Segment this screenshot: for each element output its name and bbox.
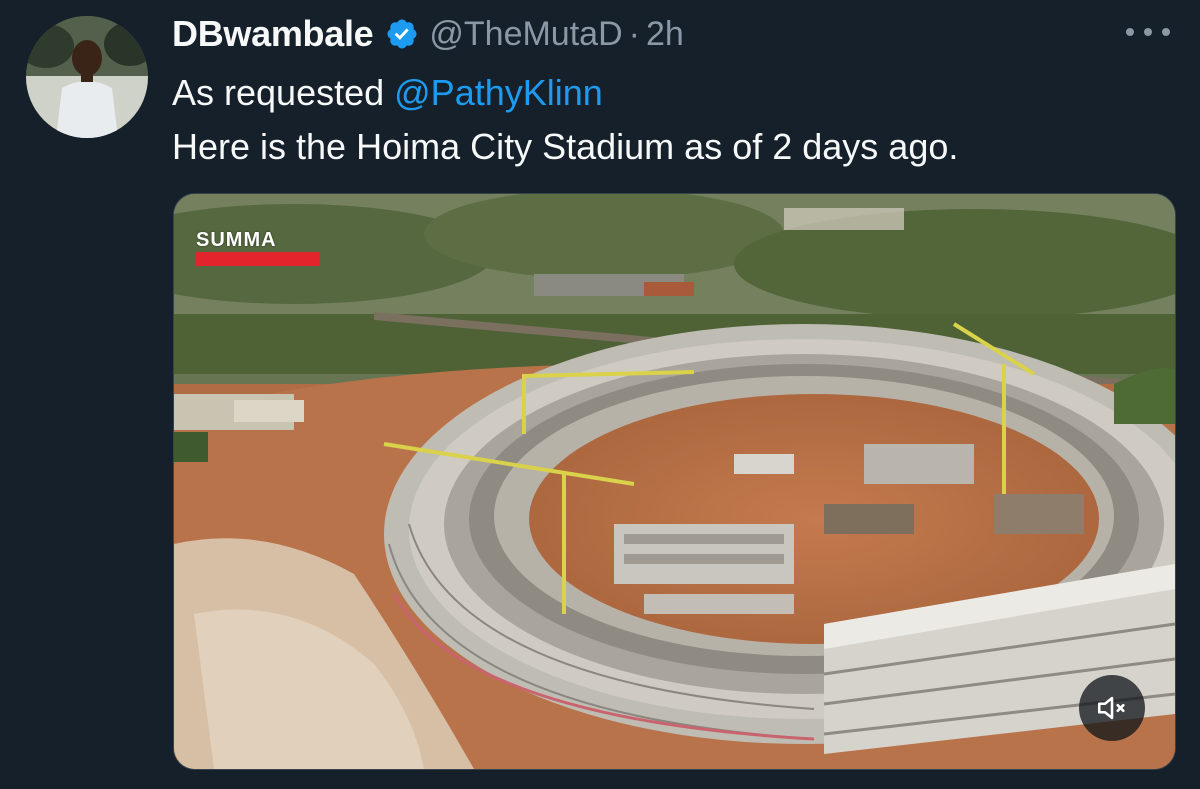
tweet-card[interactable]: DBwambale @TheMutaD · 2h As requested @P… xyxy=(0,0,1200,789)
display-name[interactable]: DBwambale xyxy=(172,13,374,55)
tweet-text-line-2: Here is the Hoima City Stadium as of 2 d… xyxy=(172,126,959,167)
tweet-text: As requested @PathyKlinn Here is the Hoi… xyxy=(172,66,958,174)
avatar[interactable] xyxy=(26,16,148,138)
timestamp[interactable]: 2h xyxy=(646,15,684,54)
speaker-muted-icon xyxy=(1097,696,1125,720)
avatar-image xyxy=(26,16,148,138)
more-dot xyxy=(1144,28,1152,36)
watermark-text: SUMMA xyxy=(196,229,277,251)
stadium-aerial-image xyxy=(174,194,1175,769)
mute-toggle-button[interactable] xyxy=(1079,675,1145,741)
tweet-text-prefix: As requested xyxy=(172,72,395,113)
more-dot xyxy=(1126,28,1134,36)
separator-dot: · xyxy=(628,14,640,53)
watermark-bar xyxy=(196,252,320,266)
more-options-icon[interactable] xyxy=(1126,22,1170,42)
summa-watermark: SUMMA xyxy=(196,229,320,266)
more-dot xyxy=(1162,28,1170,36)
tweet-header: DBwambale @TheMutaD · 2h xyxy=(172,13,684,55)
media-video[interactable]: SUMMA xyxy=(173,193,1176,770)
mention-link[interactable]: @PathyKlinn xyxy=(394,72,603,113)
verified-badge-icon xyxy=(385,17,419,51)
tweet-text-line-1: As requested @PathyKlinn xyxy=(172,66,958,120)
user-handle[interactable]: @TheMutaD xyxy=(429,15,622,54)
